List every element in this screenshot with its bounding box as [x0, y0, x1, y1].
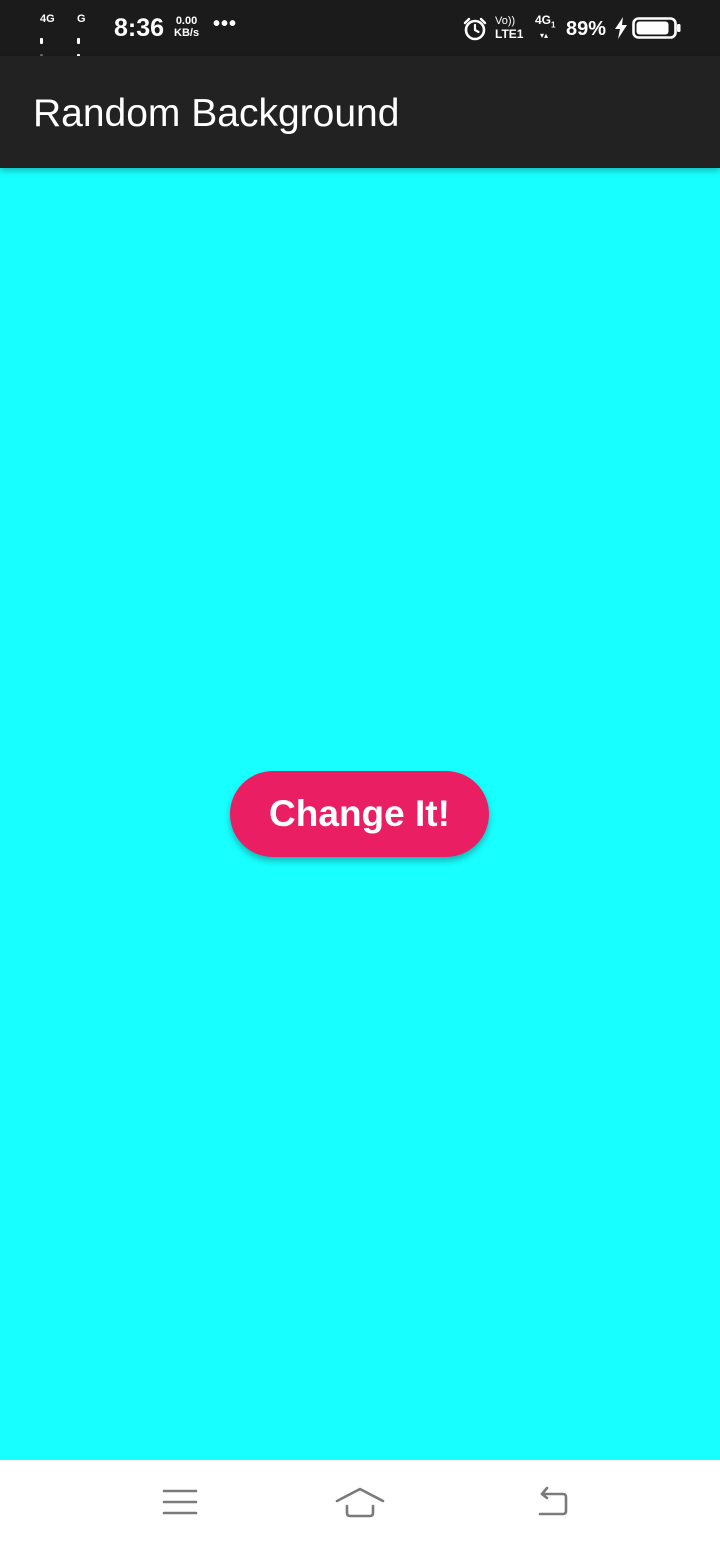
back-button[interactable]: [520, 1478, 580, 1526]
volte-indicator: Vo)) LTE1: [495, 15, 523, 41]
menu-button[interactable]: [150, 1478, 210, 1526]
battery-level-fill: [636, 21, 669, 35]
home-button[interactable]: [330, 1478, 390, 1526]
alarm-icon: [463, 17, 487, 41]
more-notifications-icon: •••: [213, 13, 238, 35]
battery-icon: [632, 17, 681, 39]
network-subscript: 1: [551, 20, 556, 30]
sim2-network-label: G: [77, 13, 86, 25]
charging-bolt-icon: [615, 17, 627, 39]
back-icon: [538, 1486, 568, 1516]
net-speed-unit: KB/s: [174, 27, 200, 39]
net-speed-value: 0.00: [175, 15, 198, 27]
random-background-area: Change It!: [0, 168, 720, 1460]
navigation-bar: [0, 1460, 720, 1544]
data-arrows-icon: ▾▴: [540, 31, 549, 41]
net-speed: 0.00 KB/s: [174, 15, 199, 39]
battery-percent: 89%: [566, 18, 607, 40]
menu-icon: [162, 1489, 198, 1515]
volte-bottom-label: LTE1: [495, 27, 524, 41]
change-it-button[interactable]: Change It!: [230, 771, 489, 857]
status-bar: 4G G 8:36 0.00 KB/s ••• Vo)) LTE1 4G1 ▾▴…: [0, 0, 720, 98]
app-bar: Random Background: [0, 56, 720, 168]
status-clock: 8:36: [114, 14, 165, 42]
mobile-data-indicator: 4G1 ▾▴: [535, 14, 555, 40]
network-type-label: 4G: [535, 13, 552, 27]
app-title: Random Background: [33, 92, 400, 135]
home-icon: [335, 1487, 385, 1518]
sim1-network-label: 4G: [40, 13, 55, 25]
